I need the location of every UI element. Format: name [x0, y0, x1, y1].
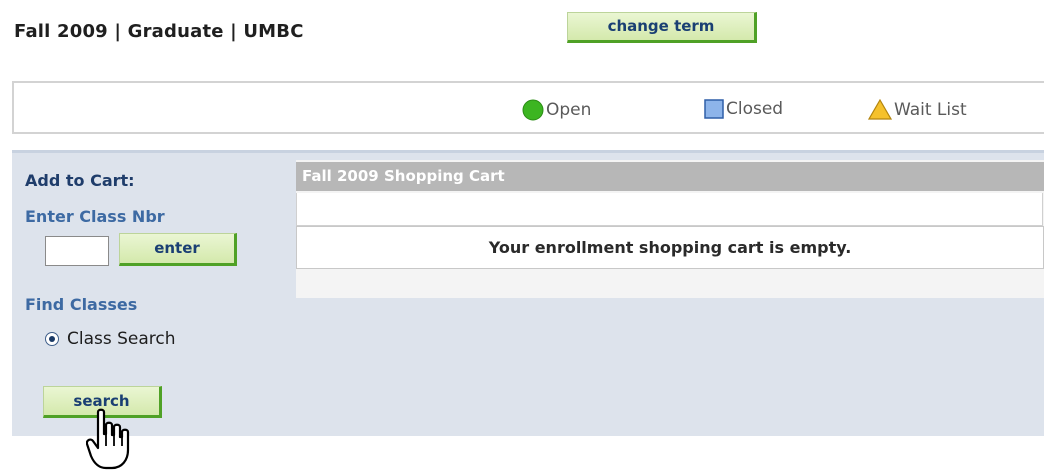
status-legend: Open Closed Wait List: [12, 81, 1044, 134]
enter-button[interactable]: enter: [119, 233, 237, 266]
term-title: Fall 2009 | Graduate | UMBC: [14, 21, 304, 42]
legend-open-label: Open: [546, 100, 592, 120]
add-to-cart-heading: Add to Cart:: [25, 171, 135, 190]
class-search-radio[interactable]: [45, 332, 59, 346]
legend-closed-label: Closed: [726, 99, 784, 119]
legend-closed: Closed: [704, 99, 783, 119]
blue-square-icon: [704, 99, 724, 119]
radio-selected-dot: [49, 336, 55, 342]
change-term-button[interactable]: change term: [567, 12, 757, 43]
hand-pointer-icon: [86, 408, 130, 470]
class-search-label[interactable]: Class Search: [67, 329, 176, 349]
legend-wait-list: Wait List: [868, 99, 967, 120]
find-classes-heading: Find Classes: [25, 295, 138, 314]
legend-open: Open: [522, 99, 591, 121]
cart-empty-message: Your enrollment shopping cart is empty.: [296, 226, 1044, 269]
shopping-cart: Fall 2009 Shopping Cart Your enrollment …: [296, 160, 1044, 298]
cart-title: Fall 2009 Shopping Cart: [296, 162, 1044, 191]
green-circle-icon: [522, 99, 544, 121]
warning-triangle-icon: [868, 99, 892, 120]
panel-divider: [12, 150, 1044, 153]
enter-class-nbr-label: Enter Class Nbr: [25, 207, 165, 226]
legend-wait-list-label: Wait List: [894, 99, 967, 120]
page: Fall 2009 | Graduate | UMBC change term …: [0, 0, 1044, 472]
cart-header-row: [296, 193, 1043, 226]
class-nbr-input[interactable]: [45, 236, 109, 266]
